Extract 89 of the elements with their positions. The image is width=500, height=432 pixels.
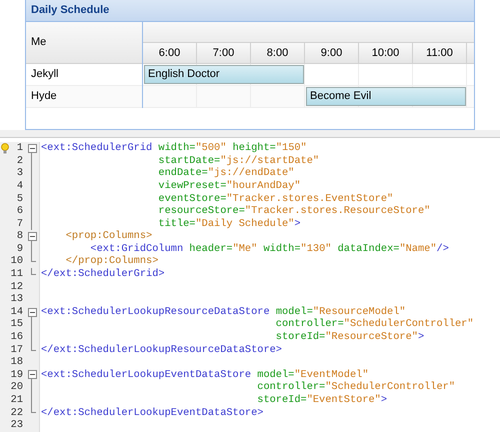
code-token: storeId= bbox=[256, 395, 307, 406]
code-token: viewPreset= bbox=[157, 180, 226, 192]
code-token: "SchedulerController" bbox=[344, 319, 474, 330]
code-token: model= bbox=[274, 306, 313, 318]
line-number: 1 bbox=[16, 143, 23, 154]
code-token: "Tracker.stores.EventStore" bbox=[226, 194, 394, 204]
panel-title: Daily Schedule bbox=[26, 0, 474, 22]
code-token: header= bbox=[188, 244, 233, 254]
code-token: width= bbox=[262, 244, 301, 254]
code-token: <ext:SchedulerLookupEventDataStore bbox=[41, 370, 252, 380]
event-bar[interactable]: Become Evil bbox=[306, 87, 466, 106]
code-token: height= bbox=[232, 143, 276, 154]
fold-line bbox=[31, 242, 32, 256]
code-token: controller= bbox=[256, 382, 326, 393]
code-token: "500" bbox=[196, 143, 226, 154]
code-token: "ResourceStore" bbox=[325, 332, 418, 342]
code-token: "Me" bbox=[232, 244, 258, 254]
column-header: Me bbox=[26, 22, 142, 64]
code-token: > bbox=[418, 332, 424, 342]
code-token: "Name" bbox=[399, 244, 437, 254]
code-token: endDate= bbox=[157, 168, 208, 179]
line-number: 11 bbox=[10, 269, 23, 280]
code-token: <prop:Columns> bbox=[64, 231, 152, 242]
code-token: "SchedulerController" bbox=[325, 382, 456, 393]
code-token: storeId= bbox=[274, 332, 326, 342]
code-token: title= bbox=[157, 218, 196, 229]
line-number: 9 bbox=[16, 244, 23, 254]
code-token: "EventStore" bbox=[306, 395, 381, 406]
line-number: 12 bbox=[10, 282, 23, 292]
hour-header: 7:00 bbox=[197, 43, 251, 63]
code-token: "130" bbox=[300, 244, 332, 254]
line-number: 7 bbox=[16, 218, 23, 229]
line-number: 16 bbox=[10, 332, 23, 342]
code-token: </ext:SchedulerLookupEventDataStore> bbox=[41, 408, 264, 418]
hour-header: 11:00 bbox=[413, 43, 467, 63]
code-token: "Daily Schedule" bbox=[195, 218, 294, 229]
code-token: "150" bbox=[276, 143, 307, 154]
hour-header: 6:00 bbox=[143, 43, 197, 63]
code-token: </ext:SchedulerLookupResourceDataStore> bbox=[41, 344, 282, 355]
line-number: 19 bbox=[10, 370, 23, 380]
code-token: "hourAndDay" bbox=[226, 180, 301, 192]
line-number: 17 bbox=[10, 344, 23, 355]
fold-end bbox=[31, 406, 36, 414]
code-token: controller= bbox=[274, 319, 344, 330]
line-number: 15 bbox=[10, 319, 23, 330]
code-token: "js://startDate" bbox=[220, 156, 320, 166]
hour-header: 8:00 bbox=[251, 43, 305, 63]
line-number: 10 bbox=[10, 256, 23, 267]
code-token: startDate= bbox=[157, 156, 220, 166]
code-token: model= bbox=[256, 370, 294, 380]
code-token: <ext:SchedulerLookupResourceDataStore bbox=[41, 306, 270, 318]
code-token: "ResourceModel" bbox=[312, 306, 406, 318]
line-number: 22 bbox=[10, 408, 23, 418]
code-token: </prop:Columns> bbox=[64, 256, 158, 267]
code-token: </ext:SchedulerGrid> bbox=[41, 269, 165, 280]
fold-toggle[interactable] bbox=[28, 144, 36, 153]
code-token: resourceStore= bbox=[157, 206, 245, 216]
resource-cell: Hyde bbox=[26, 86, 142, 108]
line-number: 13 bbox=[10, 294, 23, 305]
line-number: 20 bbox=[10, 382, 23, 393]
fold-end bbox=[31, 344, 36, 350]
line-number: 8 bbox=[16, 231, 23, 242]
code-token: dataIndex= bbox=[336, 244, 400, 254]
line-number: 6 bbox=[16, 206, 23, 216]
fold-toggle[interactable] bbox=[28, 308, 36, 317]
code-token: "EventModel" bbox=[294, 370, 369, 380]
code-token: /> bbox=[436, 244, 449, 254]
line-number: 2 bbox=[16, 156, 23, 166]
line-number: 5 bbox=[16, 194, 23, 204]
line-number: 14 bbox=[10, 306, 23, 318]
code-token: > bbox=[294, 218, 301, 229]
code-token: eventStore= bbox=[157, 194, 226, 204]
line-number: 21 bbox=[10, 395, 23, 406]
code-token: <ext:GridColumn bbox=[89, 244, 184, 254]
code-token: "Tracker.stores.ResourceStore" bbox=[244, 206, 430, 216]
code-token: width= bbox=[157, 143, 196, 154]
lightbulb-icon[interactable] bbox=[0, 142, 9, 154]
code-token: "js://endDate" bbox=[208, 168, 294, 179]
hour-header: 10:00 bbox=[359, 43, 413, 63]
line-number: 3 bbox=[16, 168, 23, 179]
fold-toggle[interactable] bbox=[28, 370, 36, 380]
line-number: 23 bbox=[10, 420, 23, 430]
hour-header: 9:00 bbox=[305, 43, 359, 63]
fold-toggle[interactable] bbox=[28, 232, 36, 241]
line-number: 4 bbox=[16, 180, 23, 192]
code-token: > bbox=[380, 395, 388, 406]
event-bar[interactable]: English Doctor bbox=[144, 65, 304, 84]
code-token: <ext:SchedulerGrid bbox=[41, 143, 152, 154]
line-number: 18 bbox=[10, 357, 23, 368]
